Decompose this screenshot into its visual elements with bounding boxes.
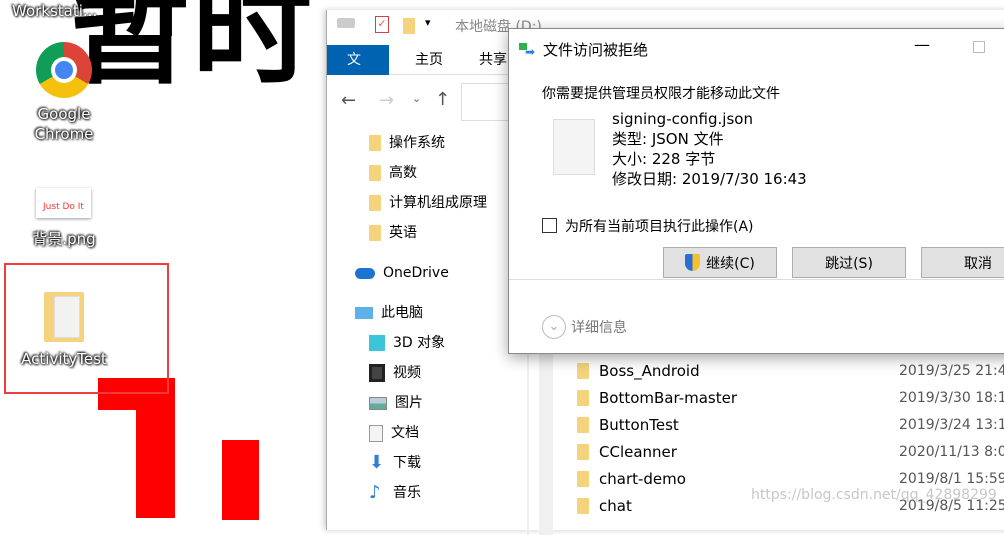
tab-file[interactable]: 文件 [327, 45, 389, 98]
folder-icon [369, 225, 381, 241]
file-type: 类型: JSON 文件 [612, 130, 724, 148]
nav-item-onedrive[interactable]: OneDrive [355, 262, 449, 284]
video-icon [369, 364, 385, 382]
file-icon [553, 119, 595, 175]
wallpaper-shape [136, 378, 175, 518]
drive-icon [337, 18, 355, 28]
recent-dropdown[interactable]: ⌄ [412, 92, 421, 105]
dialog-title: 文件访问被拒绝 [543, 41, 649, 59]
nav-item[interactable]: 计算机组成原理 [369, 192, 487, 214]
chrome-icon[interactable] [36, 42, 92, 98]
skip-button[interactable]: 跳过(S) [792, 247, 906, 278]
computer-icon [355, 307, 373, 319]
divider [509, 279, 1004, 280]
file-row[interactable]: CCleanner 2020/11/13 8:0 [577, 441, 1004, 463]
file-row[interactable]: Boss_Android 2019/3/25 21:4 [577, 360, 1004, 382]
scrollbar[interactable] [539, 345, 553, 535]
apply-all-checkbox[interactable] [542, 218, 557, 233]
watermark: https://blog.csdn.net/qq_42898299 [751, 487, 997, 503]
folder-icon [577, 444, 589, 460]
arrow-icon: ➡ [525, 45, 536, 59]
tab-home[interactable]: 主页 [395, 45, 463, 75]
file-modified: 修改日期: 2019/7/30 16:43 [612, 170, 807, 188]
file-size: 大小: 228 字节 [612, 150, 716, 168]
pictures-icon [369, 396, 387, 410]
wallpaper-shape [222, 440, 259, 520]
continue-button[interactable]: 继续(C) [663, 247, 777, 278]
maximize-button[interactable] [973, 41, 985, 53]
file-row[interactable]: BottomBar-master 2019/3/30 18:1 [577, 387, 1004, 409]
desktop-icon-workstation[interactable]: Workstati... [12, 2, 112, 20]
file-name: signing-config.json [612, 110, 753, 128]
folder-icon [369, 135, 381, 151]
folder-icon [577, 471, 589, 487]
forward-button[interactable]: → [379, 90, 394, 111]
details-toggle[interactable]: 详细信息 [571, 317, 627, 337]
onedrive-icon [355, 267, 375, 279]
image-thumbnail[interactable]: Just Do It [36, 188, 91, 218]
desktop-icon-activitytest[interactable]: ActivityTest [14, 350, 114, 368]
folder-icon[interactable] [44, 292, 84, 342]
folder-icon [369, 165, 381, 181]
folder-icon [577, 498, 589, 514]
folder-icon [577, 417, 589, 433]
nav-item[interactable]: 文档 [369, 422, 419, 444]
music-icon: ♪ [369, 482, 381, 503]
nav-item[interactable]: 操作系统 [369, 132, 445, 154]
new-folder-icon[interactable] [403, 18, 415, 34]
pane-divider [527, 345, 529, 535]
up-button[interactable]: ↑ [435, 89, 450, 110]
3d-objects-icon [369, 335, 385, 351]
nav-item[interactable]: 3D 对象 [369, 332, 445, 354]
nav-item[interactable]: ⬇ 下载 [369, 452, 421, 474]
dialog-message: 你需要提供管理员权限才能移动此文件 [542, 86, 780, 102]
qat-dropdown-icon[interactable]: ▾ [425, 16, 431, 29]
folder-icon [369, 195, 381, 211]
documents-icon [369, 424, 383, 442]
cancel-button[interactable]: 取消 [921, 247, 1004, 278]
folder-icon [577, 390, 589, 406]
nav-item[interactable]: 视频 [369, 362, 421, 384]
download-icon: ⬇ [369, 452, 385, 473]
expand-details-icon[interactable]: ⌄ [542, 315, 566, 339]
file-details: signing-config.json 类型: JSON 文件 大小: 228 … [612, 109, 807, 189]
file-row[interactable]: ButtonTest 2019/3/24 13:1 [577, 414, 1004, 436]
folder-icon [577, 363, 589, 379]
desktop-icon-chrome-label[interactable]: Google Chrome [14, 104, 114, 144]
nav-item[interactable]: ♪ 音乐 [369, 482, 421, 504]
back-button[interactable]: ← [341, 90, 356, 111]
desktop-icon-bg-png[interactable]: 背景.png [14, 228, 114, 249]
properties-icon[interactable]: ✓ [375, 16, 389, 33]
minimize-button[interactable]: — [914, 35, 930, 54]
nav-item[interactable]: 高数 [369, 162, 417, 184]
nav-item[interactable]: 图片 [369, 392, 423, 414]
uac-shield-icon [685, 254, 701, 271]
nav-item-this-pc[interactable]: 此电脑 [355, 302, 423, 324]
nav-item[interactable]: 英语 [369, 222, 417, 244]
access-denied-dialog: ➡ 文件访问被拒绝 — 你需要提供管理员权限才能移动此文件 signing-co… [508, 28, 1004, 354]
apply-all-label[interactable]: 为所有当前项目执行此操作(A) [565, 216, 754, 236]
highlight-box [4, 263, 169, 394]
